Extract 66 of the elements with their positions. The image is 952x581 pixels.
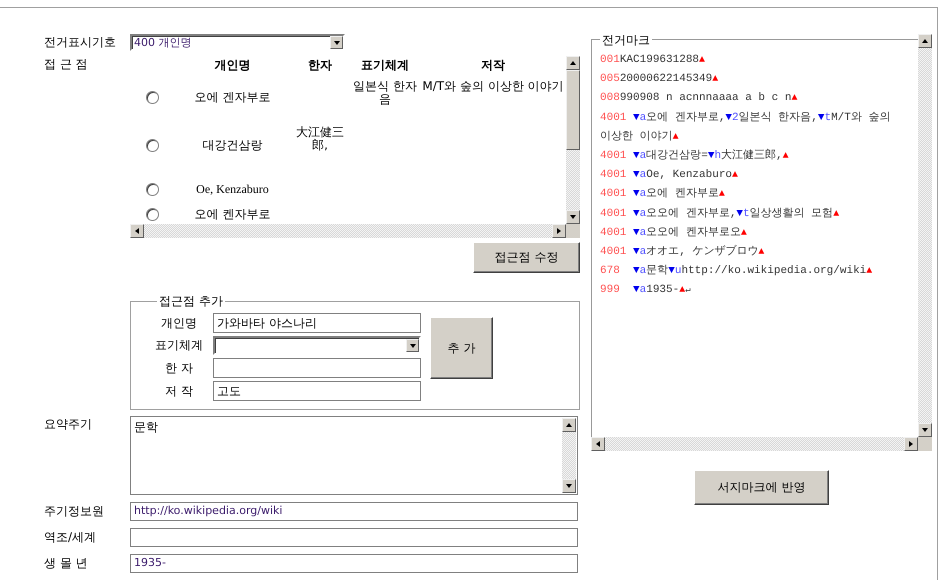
scroll-right-button[interactable] <box>904 437 918 451</box>
table-cell: 대강건삼랑 <box>202 138 262 152</box>
column-header: 한자 <box>308 56 332 74</box>
column-header: 개인명 <box>214 56 250 74</box>
dropdown-button[interactable] <box>406 339 419 352</box>
table-cell-text: 일본식 한자음 <box>352 80 418 106</box>
radio-button[interactable] <box>146 182 159 196</box>
input-field[interactable]: 가와바타 야스나리 <box>213 313 421 333</box>
scroll-thumb[interactable] <box>566 70 580 150</box>
scroll-right-button[interactable] <box>552 224 566 238</box>
add-button[interactable]: 추 가 <box>430 317 493 379</box>
apply-button[interactable]: 서지마크에 반영 <box>694 470 829 505</box>
radio-button[interactable] <box>146 208 159 222</box>
marc-field: 4001 ▼a오에 겐자부로,▼2일본식 한자음,▼tM/T와 숲의 이상한 이야기▲ <box>600 108 900 148</box>
text-area[interactable]: 문학 <box>130 416 578 495</box>
field-label: 개인명 <box>160 314 198 332</box>
scroll-up-button[interactable] <box>918 34 932 48</box>
marc-field: 00520000622145349▲ <box>600 70 900 90</box>
dropdown-field[interactable]: 400 개인명 <box>130 34 345 51</box>
radio-button[interactable] <box>146 138 159 152</box>
marc-field: 4001 ▼a오오에 켄자부로오▲ <box>600 224 900 244</box>
table-cell: 오에 겐자부로 <box>194 90 270 104</box>
table-cell-text: 大江健三郎, <box>295 126 345 152</box>
marc-field: 4001 ▼a대강건삼랑=▼h大江健三郎,▲ <box>600 147 900 166</box>
marc-field: 008990908 n acnnnaaaa a b c n▲ <box>600 89 900 109</box>
scroll-down-button[interactable] <box>918 423 932 437</box>
input-field[interactable]: 1935- <box>130 554 578 573</box>
marc-field: 999 ▼a1935-▲↵ <box>600 281 900 301</box>
scroll-up-button[interactable] <box>562 418 576 432</box>
field-label: 역조/세계 <box>44 529 98 546</box>
marc-field: 4001 ▼aオオエ, ケンザブロウ▲ <box>600 243 900 262</box>
input-field[interactable] <box>130 528 578 547</box>
scroll-left-button[interactable] <box>591 437 605 451</box>
field-label: 표기체계 <box>154 337 204 354</box>
column-header: 표기체계 <box>361 56 409 74</box>
field-label: 요약주기 <box>44 416 93 433</box>
field-label: 주기정보원 <box>44 503 105 520</box>
edit-button[interactable]: 접근점 수정 <box>473 242 580 273</box>
field-label: 접 근 점 <box>44 56 89 73</box>
dropdown-field[interactable] <box>213 336 421 355</box>
column-header: 저작 <box>481 56 505 74</box>
marc-field: 678 ▼a문학▼uhttp://ko.wikipedia.org/wiki▲ <box>600 262 900 282</box>
scroll-left-button[interactable] <box>130 224 144 238</box>
input-field[interactable]: http://ko.wikipedia.org/wiki <box>130 502 578 521</box>
table-cell: 오에 켄자부로 <box>194 208 270 221</box>
radio-button[interactable] <box>146 90 159 104</box>
table-cell: Oe, Kenzaburo <box>196 182 269 196</box>
dropdown-button[interactable] <box>330 36 343 49</box>
field-label: 생 몰 년 <box>44 555 89 572</box>
group-legend: 접근점 추가 <box>157 293 225 310</box>
input-field[interactable] <box>213 358 421 378</box>
marc-field: 001KAC199631288▲ <box>600 51 900 70</box>
marc-field: 4001 ▼a오오에 겐자부로,▼t일상생활의 모험▲ <box>600 204 900 224</box>
input-field[interactable]: 고도 <box>213 381 421 401</box>
field-label: 전거표시기호 <box>44 34 117 51</box>
scrollbar-corner <box>566 224 580 238</box>
scrollbar-corner <box>918 437 932 451</box>
group-legend: 전거마크 <box>600 32 652 49</box>
scroll-down-button[interactable] <box>562 479 576 493</box>
scroll-down-button[interactable] <box>566 210 580 224</box>
scroll-up-button[interactable] <box>566 56 580 70</box>
marc-field: 4001 ▼a오에 켄자부로▲ <box>600 185 900 205</box>
field-label: 저 작 <box>164 382 194 400</box>
table-cell: M/T와 숲의 이상한 이야기 <box>422 80 564 93</box>
field-label: 한 자 <box>164 360 194 376</box>
marc-field: 4001 ▼aOe, Kenzaburo▲ <box>600 166 900 186</box>
